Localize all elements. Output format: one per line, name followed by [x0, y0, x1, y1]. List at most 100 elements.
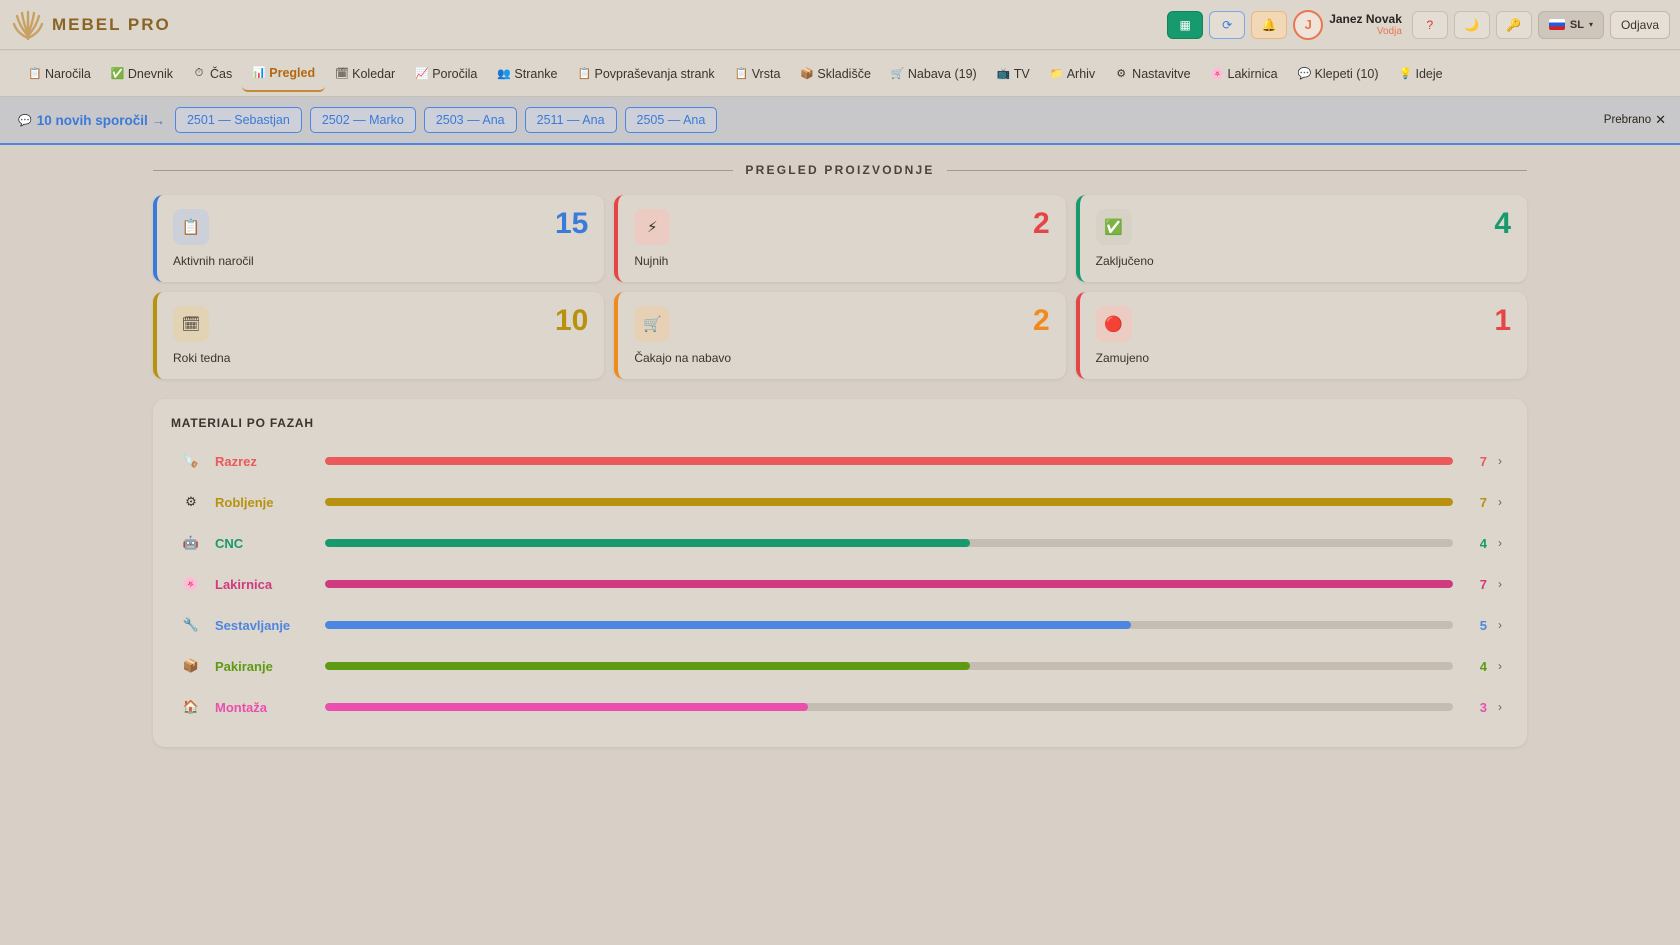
key-icon: 🔑 [1506, 17, 1522, 32]
people-icon: 👥 [497, 68, 512, 80]
user-role: Vodja [1376, 26, 1402, 37]
phase-count: 7 [1479, 453, 1487, 469]
phase-row[interactable]: 📦 Pakiranje 4 › [153, 654, 1527, 678]
help-button[interactable]: ? [1411, 10, 1448, 39]
tab-label: Skladišče [817, 66, 871, 81]
chevron-right-icon: › [1498, 659, 1502, 673]
phase-name: Sestavljanje [215, 617, 291, 633]
house-icon: 🏠 [182, 699, 200, 714]
theme-button[interactable]: 🌙 [1453, 10, 1490, 39]
phase-row[interactable]: 🪚 Razrez 7 › [153, 449, 1527, 473]
password-button[interactable]: 🔑 [1495, 10, 1532, 39]
tab-label: Pregled [269, 65, 316, 80]
phase-count: 4 [1479, 535, 1487, 551]
message-chip[interactable]: 2505 — Ana [624, 107, 718, 133]
mark-read-button[interactable]: Prebrano ✕ [1604, 112, 1666, 128]
mark-read-label: Prebrano [1603, 114, 1652, 126]
display-icon: ▦ [1179, 17, 1191, 32]
notifications-button[interactable]: 🔔 [1251, 10, 1288, 39]
stat-card[interactable]: 📋 15 Aktivnih naročil [153, 195, 605, 282]
phase-row[interactable]: ⚙ Robljenje 7 › [153, 490, 1527, 514]
language-label: SL [1569, 18, 1584, 31]
stat-card[interactable]: 🔴 1 Zamujeno [1075, 292, 1527, 379]
tab-nastavitve[interactable]: ⚙ Nastavitve [1105, 56, 1200, 92]
message-chip[interactable]: 2511 — Ana [524, 107, 617, 133]
language-select[interactable]: SL ▾ [1537, 10, 1604, 39]
help-icon: ? [1426, 17, 1434, 32]
chart-icon: 📊 [252, 67, 266, 79]
message-chip[interactable]: 2503 — Ana [423, 107, 517, 133]
tab-vrsta[interactable]: 📋 Vrsta [725, 56, 791, 92]
progress-bar [325, 539, 1453, 547]
user-info: Janez Novak Vodja [1329, 12, 1402, 37]
stat-card[interactable]: 🗓 10 Roki tedna [153, 292, 605, 379]
user-name: Janez Novak [1329, 12, 1402, 26]
progress-bar [325, 703, 1453, 711]
refresh-button[interactable]: ⟳ [1209, 10, 1246, 39]
clipboard-icon: 📋 [28, 68, 42, 80]
trend-icon: 📈 [415, 68, 429, 80]
tab-stranke[interactable]: 👥 Stranke [487, 56, 567, 92]
box-icon: 📦 [182, 658, 200, 673]
cart-icon: 🛒 [634, 306, 671, 342]
messages-bar: 💬 10 novih sporočil → 2501 — Sebastjan 25… [0, 97, 1680, 145]
tab-nabava[interactable]: 🛒 Nabava (19) [881, 56, 987, 92]
tab-klepeti[interactable]: 💬 Klepeti (10) [1288, 56, 1389, 92]
phase-row[interactable]: 🌸 Lakirnica 7 › [153, 572, 1527, 596]
tab-naročila[interactable]: 📋 Naročila [18, 56, 101, 92]
phase-row[interactable]: 🤖 CNC 4 › [153, 531, 1527, 555]
tab-pregled[interactable]: 📊 Pregled [242, 56, 326, 92]
phase-count: 4 [1479, 658, 1487, 674]
chevron-right-icon: › [1498, 618, 1502, 632]
materials-panel: MATERIALI PO FAZAH 🪚 Razrez 7 › ⚙ Robljenje 7 ›… [153, 399, 1527, 747]
tab-skladišče[interactable]: 📦 Skladišče [790, 56, 881, 92]
calendar-icon: 🗓 [173, 306, 209, 342]
display-button[interactable]: ▦ [1167, 10, 1204, 39]
tab-povpraševanja-strank[interactable]: 📋 Povpraševanja strank [567, 56, 724, 92]
progress-bar [325, 498, 1453, 506]
tab-čas[interactable]: ⏱ Čas [183, 56, 242, 92]
stat-card[interactable]: ⚡ 2 Nujnih [614, 195, 1066, 282]
tab-lakirnica[interactable]: 🌸 Lakirnica [1201, 56, 1288, 92]
phase-row[interactable]: 🏠 Montaža 3 › [153, 695, 1527, 719]
lightning-icon: ⚡ [634, 209, 671, 245]
tab-koledar[interactable]: 🗓 Koledar [325, 56, 405, 92]
phase-count: 5 [1479, 617, 1487, 633]
tab-tv[interactable]: 📺 TV [987, 56, 1040, 92]
bulb-icon: 💡 [1398, 68, 1413, 80]
folder-icon: 📁 [1049, 68, 1064, 80]
chat-icon: 💬 [1297, 68, 1312, 80]
divider [153, 169, 734, 171]
tab-ideje[interactable]: 💡 Ideje [1389, 56, 1453, 92]
phase-row[interactable]: 🔧 Sestavljanje 5 › [153, 613, 1527, 637]
messages-link[interactable]: 💬 10 novih sporočil → [18, 113, 165, 128]
paint-icon: 🌸 [1210, 68, 1225, 80]
progress-fill [325, 457, 1453, 465]
saw-icon: 🪚 [182, 453, 200, 468]
phase-name: Razrez [215, 453, 257, 469]
progress-bar [325, 457, 1453, 465]
message-chip[interactable]: 2502 — Marko [309, 107, 416, 133]
clipboard-icon: 📋 [734, 68, 749, 80]
avatar[interactable]: J [1293, 9, 1324, 40]
tab-arhiv[interactable]: 📁 Arhiv [1040, 56, 1105, 92]
tab-poročila[interactable]: 📈 Poročila [405, 56, 487, 92]
phase-count: 7 [1479, 494, 1487, 510]
stat-cards: 📋 15 Aktivnih naročil ⚡ 2 Nujnih ✅ 4 Zaključeno 🗓… [153, 195, 1527, 379]
top-header: MEBEL PRO ▦ ⟳ 🔔 J Janez Novak Vodja ? 🌙 … [0, 0, 1680, 50]
stat-card[interactable]: 🛒 2 Čakajo na nabavo [614, 292, 1066, 379]
message-chip[interactable]: 2501 — Sebastjan [174, 107, 302, 133]
moon-icon: 🌙 [1464, 17, 1480, 32]
robot-icon: 🤖 [182, 535, 200, 550]
tab-dnevnik[interactable]: ✅ Dnevnik [101, 56, 183, 92]
chevron-down-icon: ▾ [1588, 20, 1593, 29]
stat-card[interactable]: ✅ 4 Zaključeno [1075, 195, 1527, 282]
logout-button[interactable]: Odjava [1609, 10, 1670, 39]
progress-fill [325, 580, 1453, 588]
tv-icon: 📺 [996, 68, 1011, 80]
tab-label: Arhiv [1066, 66, 1096, 81]
stat-label: Aktivnih naročil [173, 254, 254, 268]
progress-fill [325, 703, 809, 711]
tab-label: Vrsta [751, 66, 781, 81]
phase-name: Lakirnica [215, 576, 273, 592]
